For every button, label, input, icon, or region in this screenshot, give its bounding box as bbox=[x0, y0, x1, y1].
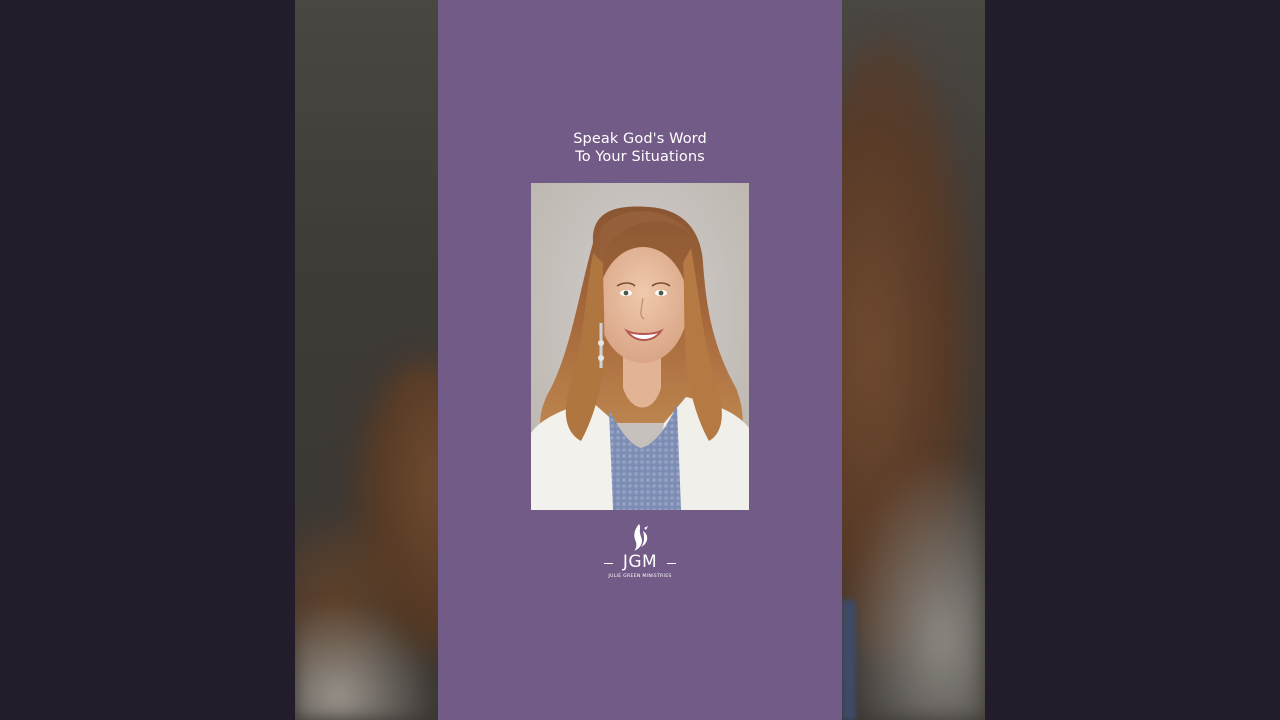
logo-initials: JGM bbox=[622, 552, 658, 572]
video-player-stage[interactable]: Speak God's Word To Your Situations JGM … bbox=[0, 0, 1280, 720]
logo-dash-right bbox=[667, 563, 676, 564]
flame-dove-icon bbox=[630, 522, 650, 552]
logo-subtitle: JULIE GREEN MINISTRIES bbox=[608, 574, 672, 579]
blurred-backdrop-right bbox=[842, 0, 985, 720]
blurred-backdrop-left bbox=[295, 0, 438, 720]
video-headline: Speak God's Word To Your Situations bbox=[438, 130, 842, 166]
headline-line-1: Speak God's Word bbox=[573, 131, 707, 147]
jgm-logo: JGM JULIE GREEN MINISTRIES bbox=[600, 522, 680, 586]
headline-line-2: To Your Situations bbox=[575, 149, 705, 165]
video-frame[interactable]: Speak God's Word To Your Situations JGM … bbox=[438, 0, 842, 720]
portrait-photo bbox=[531, 183, 749, 510]
